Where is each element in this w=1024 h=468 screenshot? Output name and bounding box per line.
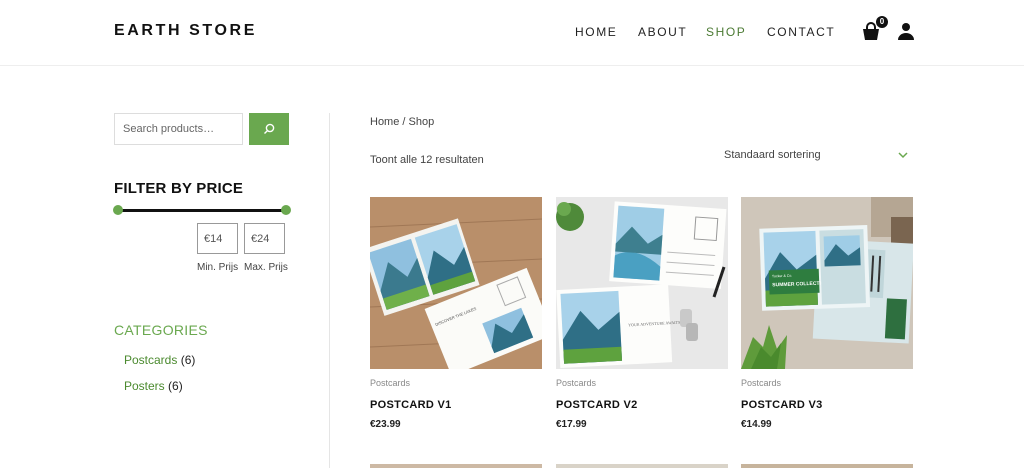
- product-title[interactable]: POSTCARD V3: [741, 399, 823, 411]
- category-count: (6): [180, 353, 196, 367]
- product-image-postcard-v1[interactable]: DISCOVER THE LAKES: [370, 197, 542, 369]
- v3-card-small-text: Tucker & Co.: [772, 274, 792, 279]
- price-slider-max-handle[interactable]: [281, 205, 291, 215]
- user-account-icon[interactable]: [897, 22, 915, 40]
- product-image-next-row[interactable]: [370, 464, 542, 468]
- search-button[interactable]: [249, 113, 289, 145]
- product-image-postcard-v3[interactable]: Tucker & Co. SUMMER COLLECTION: [741, 197, 913, 369]
- chevron-down-icon: [898, 152, 908, 159]
- product-title[interactable]: POSTCARD V1: [370, 399, 452, 411]
- category-count: (6): [168, 379, 183, 393]
- max-price-field[interactable]: €24: [244, 223, 285, 254]
- nav-shop[interactable]: SHOP: [706, 25, 746, 39]
- breadcrumb[interactable]: Home / Shop: [370, 116, 434, 128]
- min-price-label: Min. Prijs: [197, 262, 239, 273]
- cart-count-badge: 0: [876, 16, 888, 28]
- sort-selected-value: Standaard sortering: [724, 149, 821, 161]
- max-price-label: Max. Prijs: [244, 262, 288, 273]
- product-search-input[interactable]: [114, 113, 243, 145]
- product-image-postcard-v2[interactable]: YOUR ADVENTURE AWAITS: [556, 197, 728, 369]
- sidebar-divider: [329, 113, 330, 468]
- price-slider-min-handle[interactable]: [113, 205, 123, 215]
- nav-about[interactable]: ABOUT: [638, 25, 687, 39]
- category-item-posters: Posters (6): [124, 379, 183, 393]
- filter-by-price-heading: FILTER BY PRICE: [114, 180, 244, 197]
- min-price-field[interactable]: €14: [197, 223, 238, 254]
- categories-heading: CATEGORIES: [114, 322, 208, 338]
- search-icon: [264, 123, 275, 134]
- site-header: EARTH STORE HOME ABOUT SHOP CONTACT 0: [0, 0, 1024, 66]
- nav-contact[interactable]: CONTACT: [767, 25, 835, 39]
- product-category[interactable]: Postcards: [741, 378, 781, 388]
- category-link-postcards[interactable]: Postcards: [124, 353, 177, 367]
- category-link-posters[interactable]: Posters: [124, 379, 165, 393]
- site-logo[interactable]: EARTH STORE: [114, 22, 257, 40]
- product-price: €14.99: [741, 419, 772, 430]
- price-slider-track[interactable]: [118, 209, 286, 212]
- result-count: Toont alle 12 resultaten: [370, 154, 484, 166]
- product-category[interactable]: Postcards: [370, 378, 410, 388]
- product-price: €23.99: [370, 419, 401, 430]
- product-category[interactable]: Postcards: [556, 378, 596, 388]
- product-title[interactable]: POSTCARD V2: [556, 399, 638, 411]
- category-item-postcards: Postcards (6): [124, 353, 195, 367]
- product-image-next-row[interactable]: [556, 464, 728, 468]
- product-image-next-row[interactable]: [741, 464, 913, 468]
- nav-home[interactable]: HOME: [575, 25, 617, 39]
- sort-dropdown[interactable]: Standaard sortering: [724, 149, 912, 165]
- product-price: €17.99: [556, 419, 587, 430]
